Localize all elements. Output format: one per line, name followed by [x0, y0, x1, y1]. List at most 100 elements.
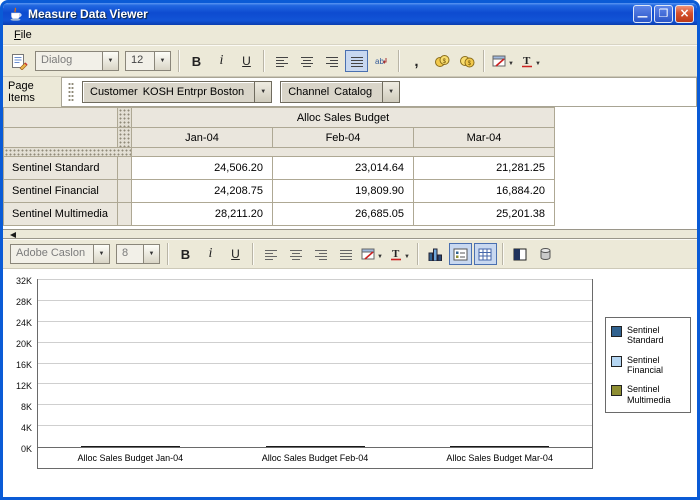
grip-row-fill — [132, 148, 555, 157]
chevron-down-icon[interactable]: ▼ — [93, 245, 109, 263]
gridline — [38, 342, 592, 343]
chevron-down-icon[interactable]: ▼ — [154, 52, 170, 70]
page-item-channel[interactable]: Channel Catalog ▼ — [280, 81, 400, 103]
plot-box: Alloc Sales Budget Jan-04Alloc Sales Bud… — [37, 279, 593, 469]
grip-column[interactable] — [118, 108, 132, 128]
data-cell[interactable]: 24,208.75 — [132, 180, 273, 203]
data-cell[interactable]: 21,281.25 — [414, 157, 555, 180]
chart-font-name-combobox[interactable]: Adobe Caslon ▼ — [10, 244, 110, 264]
align-center-button[interactable] — [295, 50, 318, 72]
splitter-collapse-icon[interactable] — [10, 232, 16, 238]
data-cell[interactable]: 16,884.20 — [414, 180, 555, 203]
text-format-button[interactable]: T ▼ — [518, 50, 543, 72]
remove-decimal-button[interactable]: $ — [455, 50, 478, 72]
conditional-format-button[interactable]: ▼ — [490, 50, 516, 72]
grip-column[interactable] — [118, 128, 132, 148]
gridlines-toggle-button[interactable] — [474, 243, 497, 265]
chevron-down-icon: ▼ — [377, 254, 383, 260]
align-left-button[interactable] — [270, 50, 293, 72]
align-justify-button[interactable] — [345, 50, 368, 72]
add-decimal-button[interactable]: $ — [430, 50, 453, 72]
bar-sentinel-standard[interactable] — [450, 446, 483, 447]
font-name-combobox[interactable]: Dialog ▼ — [35, 51, 119, 71]
x-axis-category-label: Alloc Sales Budget Jan-04 — [38, 448, 223, 468]
format-text-icon: T — [520, 54, 534, 68]
menu-file[interactable]: File — [7, 27, 39, 43]
data-cell[interactable]: 23,014.64 — [273, 157, 414, 180]
y-axis: 0K4K8K12K16K20K24K28K32K — [7, 279, 37, 449]
toolbar-separator — [417, 243, 419, 265]
toolbar-separator — [502, 243, 504, 265]
measure-header[interactable]: Alloc Sales Budget — [132, 108, 555, 128]
table-toolbar: Dialog ▼ 12 ▼ B i U ab , — [3, 45, 697, 77]
row-header[interactable]: Sentinel Financial — [4, 180, 118, 203]
bar-sentinel-multimedia[interactable] — [332, 446, 365, 447]
window-title: Measure Data Viewer — [28, 7, 633, 21]
column-header[interactable]: Mar-04 — [414, 128, 555, 148]
color-fill-button[interactable] — [509, 243, 532, 265]
bar-sentinel-standard[interactable] — [266, 446, 299, 447]
bar-sentinel-financial[interactable] — [483, 446, 516, 447]
close-button[interactable]: × — [675, 5, 694, 23]
legend-swatch-icon — [611, 385, 622, 396]
3d-effect-button[interactable] — [534, 243, 557, 265]
bar-group — [38, 446, 223, 447]
data-cell[interactable]: 24,506.20 — [132, 157, 273, 180]
thousands-separator-button[interactable]: , — [405, 50, 428, 72]
text-format-button[interactable]: T ▼ — [387, 243, 412, 265]
data-cell[interactable]: 26,685.05 — [273, 203, 414, 226]
align-center-button[interactable] — [284, 243, 307, 265]
underline-button[interactable]: U — [224, 243, 247, 265]
align-left-button[interactable] — [259, 243, 282, 265]
data-cell[interactable]: 25,201.38 — [414, 203, 555, 226]
page-item-customer[interactable]: Customer KOSH Entrpr Boston ▼ — [82, 81, 272, 103]
font-size-combobox[interactable]: 12 ▼ — [125, 51, 171, 71]
export-button[interactable] — [8, 50, 31, 72]
text-wrap-button[interactable]: ab — [370, 50, 393, 72]
drag-grip-icon[interactable] — [68, 82, 74, 102]
y-axis-tick-label: 12K — [16, 381, 32, 391]
data-cell[interactable]: 28,211.20 — [132, 203, 273, 226]
bold-button[interactable]: B — [185, 50, 208, 72]
minimize-button[interactable]: — — [633, 5, 652, 23]
align-right-button[interactable] — [309, 243, 332, 265]
bar-sentinel-financial[interactable] — [299, 446, 332, 447]
chevron-down-icon: ▼ — [535, 61, 541, 67]
row-header[interactable]: Sentinel Standard — [4, 157, 118, 180]
bar-sentinel-standard[interactable] — [81, 446, 114, 447]
align-right-button[interactable] — [320, 50, 343, 72]
column-header[interactable]: Jan-04 — [132, 128, 273, 148]
underline-button[interactable]: U — [235, 50, 258, 72]
chevron-down-icon[interactable]: ▼ — [382, 82, 399, 102]
y-axis-tick-label: 16K — [16, 360, 32, 370]
chart-font-size-combobox[interactable]: 8 ▼ — [116, 244, 160, 264]
bold-button[interactable]: B — [174, 243, 197, 265]
italic-button[interactable]: i — [199, 243, 222, 265]
bar-sentinel-multimedia[interactable] — [147, 446, 180, 447]
legend-toggle-button[interactable] — [449, 243, 472, 265]
bar-group — [223, 446, 408, 447]
bar-sentinel-multimedia[interactable] — [516, 446, 549, 447]
grip-row[interactable] — [4, 148, 132, 157]
legend-swatch-icon — [611, 326, 622, 337]
data-cell[interactable]: 19,809.90 — [273, 180, 414, 203]
align-justify-button[interactable] — [334, 243, 357, 265]
bar-sentinel-financial[interactable] — [114, 446, 147, 447]
chart-type-button[interactable] — [424, 243, 447, 265]
conditional-format-button[interactable]: ▼ — [359, 243, 385, 265]
toolbar-separator — [263, 50, 265, 72]
align-right-icon — [314, 248, 328, 260]
chevron-down-icon[interactable]: ▼ — [102, 52, 118, 70]
maximize-button[interactable]: ❐ — [654, 5, 673, 23]
column-header[interactable]: Feb-04 — [273, 128, 414, 148]
toolbar-separator — [167, 243, 169, 265]
row-header[interactable]: Sentinel Multimedia — [4, 203, 118, 226]
pane-splitter[interactable] — [3, 229, 697, 239]
chevron-down-icon[interactable]: ▼ — [143, 245, 159, 263]
chevron-down-icon[interactable]: ▼ — [254, 82, 271, 102]
legend-swatch-icon — [611, 356, 622, 367]
app-window: Measure Data Viewer — ❐ × File Dialog ▼ — [0, 0, 700, 500]
gridline — [38, 300, 592, 301]
chart-panel: 0K4K8K12K16K20K24K28K32K Alloc Sales Bud… — [3, 269, 697, 497]
italic-button[interactable]: i — [210, 50, 233, 72]
